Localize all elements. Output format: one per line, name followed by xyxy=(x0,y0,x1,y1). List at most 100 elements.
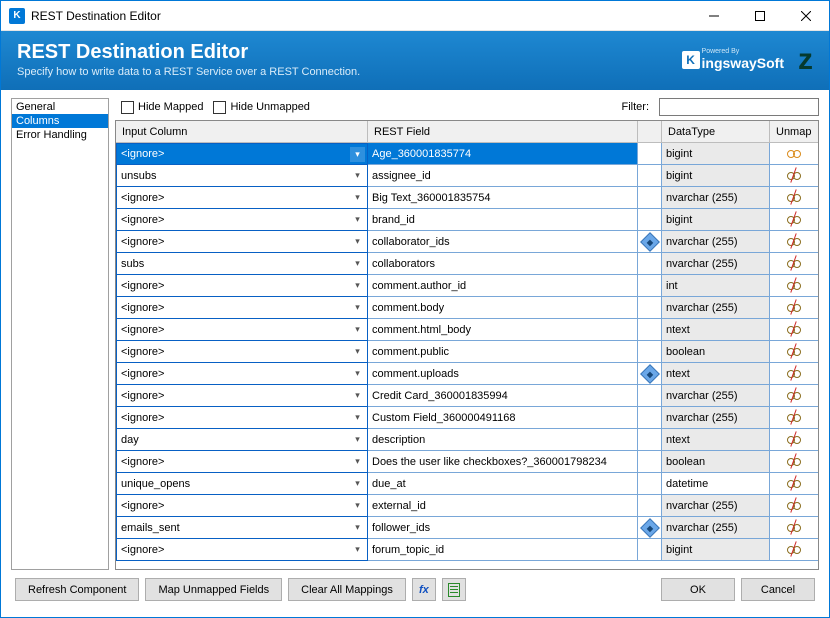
rest-field-cell[interactable]: follower_ids xyxy=(368,517,638,539)
table-row[interactable]: subs▾collaboratorsnvarchar (255) xyxy=(116,253,818,275)
filter-input[interactable] xyxy=(659,98,819,116)
rest-field-cell[interactable]: forum_topic_id xyxy=(368,539,638,561)
rest-field-cell[interactable]: Does the user like checkboxes?_360001798… xyxy=(368,451,638,473)
chevron-down-icon[interactable]: ▾ xyxy=(350,344,365,359)
rest-field-cell[interactable]: Age_360001835774 xyxy=(368,143,638,165)
chevron-down-icon[interactable]: ▾ xyxy=(350,234,365,249)
header-unmap[interactable]: Unmap xyxy=(770,121,818,142)
unmap-cell[interactable] xyxy=(770,209,818,231)
unmap-cell[interactable] xyxy=(770,275,818,297)
unmap-cell[interactable] xyxy=(770,363,818,385)
chevron-down-icon[interactable]: ▾ xyxy=(350,190,365,205)
input-column-cell[interactable]: <ignore>▾ xyxy=(116,187,368,209)
input-column-cell[interactable]: emails_sent▾ xyxy=(116,517,368,539)
maximize-button[interactable] xyxy=(737,1,783,30)
hide-mapped-checkbox[interactable]: Hide Mapped xyxy=(121,101,203,114)
table-row[interactable]: <ignore>▾comment.html_bodyntext xyxy=(116,319,818,341)
sidebar-item-columns[interactable]: Columns xyxy=(12,114,108,128)
chevron-down-icon[interactable]: ▾ xyxy=(350,147,365,162)
table-row[interactable]: <ignore>▾comment.uploads◆ntext xyxy=(116,363,818,385)
minimize-button[interactable] xyxy=(691,1,737,30)
input-column-cell[interactable]: day▾ xyxy=(116,429,368,451)
chevron-down-icon[interactable]: ▾ xyxy=(350,212,365,227)
table-row[interactable]: <ignore>▾comment.publicboolean xyxy=(116,341,818,363)
table-row[interactable]: <ignore>▾external_idnvarchar (255) xyxy=(116,495,818,517)
unmap-cell[interactable] xyxy=(770,297,818,319)
chevron-down-icon[interactable]: ▾ xyxy=(350,520,365,535)
unmap-cell[interactable] xyxy=(770,539,818,561)
unmap-cell[interactable] xyxy=(770,407,818,429)
unmap-cell[interactable] xyxy=(770,429,818,451)
input-column-cell[interactable]: <ignore>▾ xyxy=(116,209,368,231)
rest-field-cell[interactable]: comment.author_id xyxy=(368,275,638,297)
chevron-down-icon[interactable]: ▾ xyxy=(350,388,365,403)
rest-field-cell[interactable]: comment.uploads xyxy=(368,363,638,385)
rest-field-cell[interactable]: comment.html_body xyxy=(368,319,638,341)
unmap-cell[interactable] xyxy=(770,143,818,165)
rest-field-cell[interactable]: description xyxy=(368,429,638,451)
header-flag[interactable] xyxy=(638,121,662,142)
rest-field-cell[interactable]: collaborator_ids xyxy=(368,231,638,253)
rest-field-cell[interactable]: comment.body xyxy=(368,297,638,319)
table-row[interactable]: <ignore>▾Does the user like checkboxes?_… xyxy=(116,451,818,473)
chevron-down-icon[interactable]: ▾ xyxy=(350,366,365,381)
table-row[interactable]: unique_opens▾due_atdatetime xyxy=(116,473,818,495)
chevron-down-icon[interactable]: ▾ xyxy=(350,168,365,183)
header-input-column[interactable]: Input Column xyxy=(116,121,368,142)
sidebar-item-error-handling[interactable]: Error Handling xyxy=(12,128,108,142)
rest-field-cell[interactable]: collaborators xyxy=(368,253,638,275)
unmap-cell[interactable] xyxy=(770,253,818,275)
rest-field-cell[interactable]: external_id xyxy=(368,495,638,517)
unmap-cell[interactable] xyxy=(770,385,818,407)
table-row[interactable]: day▾descriptionntext xyxy=(116,429,818,451)
table-row[interactable]: <ignore>▾Big Text_360001835754nvarchar (… xyxy=(116,187,818,209)
chevron-down-icon[interactable]: ▾ xyxy=(350,300,365,315)
datatype-cell[interactable]: datetime xyxy=(662,473,770,495)
table-row[interactable]: <ignore>▾Age_360001835774bigint xyxy=(116,143,818,165)
unmap-cell[interactable] xyxy=(770,231,818,253)
input-column-cell[interactable]: subs▾ xyxy=(116,253,368,275)
table-row[interactable]: unsubs▾assignee_idbigint xyxy=(116,165,818,187)
rest-field-cell[interactable]: Credit Card_360001835994 xyxy=(368,385,638,407)
formula-button[interactable]: fx xyxy=(412,578,436,601)
table-row[interactable]: <ignore>▾brand_idbigint xyxy=(116,209,818,231)
table-row[interactable]: <ignore>▾Custom Field_360000491168nvarch… xyxy=(116,407,818,429)
input-column-cell[interactable]: <ignore>▾ xyxy=(116,231,368,253)
rest-field-cell[interactable]: assignee_id xyxy=(368,165,638,187)
unmap-cell[interactable] xyxy=(770,319,818,341)
close-button[interactable] xyxy=(783,1,829,30)
chevron-down-icon[interactable]: ▾ xyxy=(350,432,365,447)
cancel-button[interactable]: Cancel xyxy=(741,578,815,601)
unmap-cell[interactable] xyxy=(770,187,818,209)
header-datatype[interactable]: DataType xyxy=(662,121,770,142)
input-column-cell[interactable]: <ignore>▾ xyxy=(116,407,368,429)
input-column-cell[interactable]: <ignore>▾ xyxy=(116,495,368,517)
input-column-cell[interactable]: <ignore>▾ xyxy=(116,319,368,341)
table-row[interactable]: <ignore>▾Credit Card_360001835994nvarcha… xyxy=(116,385,818,407)
input-column-cell[interactable]: <ignore>▾ xyxy=(116,363,368,385)
unmap-cell[interactable] xyxy=(770,341,818,363)
input-column-cell[interactable]: <ignore>▾ xyxy=(116,275,368,297)
sidebar-item-general[interactable]: General xyxy=(12,100,108,114)
chevron-down-icon[interactable]: ▾ xyxy=(350,476,365,491)
input-column-cell[interactable]: <ignore>▾ xyxy=(116,539,368,561)
unmap-cell[interactable] xyxy=(770,451,818,473)
hide-unmapped-checkbox[interactable]: Hide Unmapped xyxy=(213,101,310,114)
unmap-cell[interactable] xyxy=(770,517,818,539)
chevron-down-icon[interactable]: ▾ xyxy=(350,542,365,557)
rest-field-cell[interactable]: due_at xyxy=(368,473,638,495)
unmap-cell[interactable] xyxy=(770,495,818,517)
table-row[interactable]: <ignore>▾comment.author_idint xyxy=(116,275,818,297)
unmap-cell[interactable] xyxy=(770,473,818,495)
clear-all-mappings-button[interactable]: Clear All Mappings xyxy=(288,578,406,601)
chevron-down-icon[interactable]: ▾ xyxy=(350,322,365,337)
grid-body[interactable]: <ignore>▾Age_360001835774bigintunsubs▾as… xyxy=(116,143,818,569)
input-column-cell[interactable]: <ignore>▾ xyxy=(116,385,368,407)
table-row[interactable]: <ignore>▾collaborator_ids◆nvarchar (255) xyxy=(116,231,818,253)
map-unmapped-fields-button[interactable]: Map Unmapped Fields xyxy=(145,578,282,601)
input-column-cell[interactable]: <ignore>▾ xyxy=(116,143,368,165)
chevron-down-icon[interactable]: ▾ xyxy=(350,410,365,425)
header-rest-field[interactable]: REST Field xyxy=(368,121,638,142)
input-column-cell[interactable]: <ignore>▾ xyxy=(116,297,368,319)
rest-field-cell[interactable]: Custom Field_360000491168 xyxy=(368,407,638,429)
